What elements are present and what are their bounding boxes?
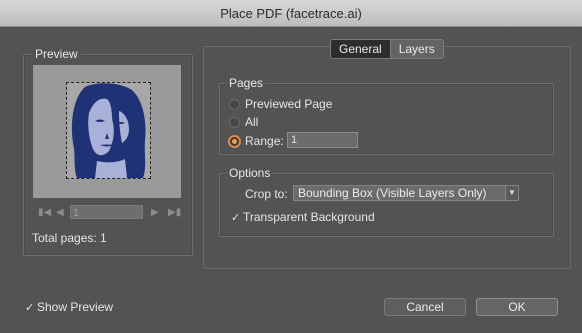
next-page-icon: ▶ [151,206,159,218]
prev-page-icon: ◀ [56,206,64,218]
radio-range[interactable]: Range: [229,134,284,148]
crop-to-select[interactable]: Bounding Box (Visible Layers Only) ▼ [293,185,519,201]
cancel-button[interactable]: Cancel [384,298,466,316]
window-titlebar: Place PDF (facetrace.ai) [0,0,582,27]
radio-all-label: All [245,115,259,129]
tab-bar: General Layers [330,39,444,59]
preview-nav-next[interactable]: ▶ [151,204,159,220]
crop-to-value: Bounding Box (Visible Layers Only) [298,186,487,200]
radio-all-icon [229,116,240,128]
checkmark-icon: ✓ [231,211,241,224]
radio-previewed-page-icon [229,98,240,110]
tab-layers[interactable]: Layers [389,40,443,58]
radio-all[interactable]: All [229,115,258,129]
preview-nav-first[interactable]: ▮◀ [38,204,51,220]
preview-legend: Preview [32,47,81,61]
ok-button[interactable]: OK [476,298,558,316]
preview-nav-last[interactable]: ▶▮ [168,204,181,220]
checkmark-icon: ✓ [25,301,35,314]
tab-general[interactable]: General [331,40,390,58]
chevron-down-icon: ▼ [505,186,518,200]
crop-to-label: Crop to: [245,187,288,201]
first-page-icon: ▮◀ [38,206,52,218]
radio-previewed-page-label: Previewed Page [245,97,333,111]
transparent-background-label: Transparent Background [243,210,375,224]
preview-pane [33,65,181,198]
face-thumbnail [71,83,146,178]
range-input[interactable]: 1 [287,132,358,148]
last-page-icon: ▶▮ [168,206,182,218]
radio-range-icon [229,135,240,147]
preview-nav-prev[interactable]: ◀ [56,204,64,220]
radio-previewed-page[interactable]: Previewed Page [229,97,332,111]
preview-page [66,82,151,179]
total-pages-label: Total pages: 1 [32,231,107,245]
window-title: Place PDF (facetrace.ai) [220,5,362,21]
transparent-background-checkbox[interactable]: ✓ Transparent Background [231,210,375,224]
options-legend: Options [226,166,274,180]
radio-range-label: Range: [245,134,284,148]
show-preview-checkbox[interactable]: ✓ Show Preview [25,300,113,314]
show-preview-label: Show Preview [37,300,114,314]
pages-legend: Pages [226,76,267,90]
preview-page-input[interactable]: 1 [70,205,143,219]
options-group: Options [219,166,554,237]
